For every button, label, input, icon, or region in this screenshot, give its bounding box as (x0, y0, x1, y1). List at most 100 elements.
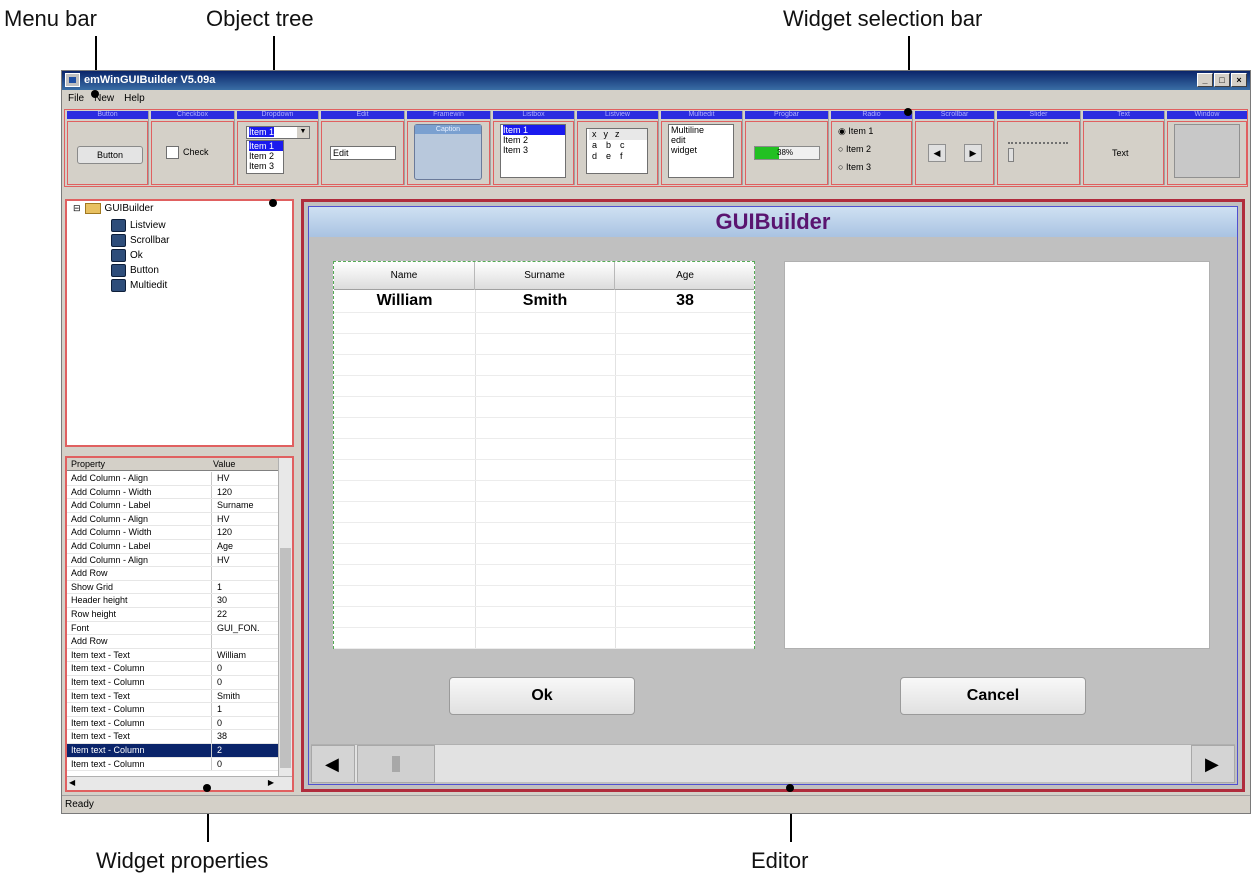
listview-cell-age[interactable]: 38 (615, 291, 755, 311)
property-value[interactable]: Smith (217, 690, 275, 704)
callout-object-tree: Object tree (206, 6, 314, 31)
property-value[interactable]: 0 (217, 662, 275, 676)
slider-track (1008, 142, 1068, 144)
widget-preview: Check (151, 121, 234, 185)
property-row[interactable]: Add Column - Align HV (67, 512, 278, 527)
property-value[interactable]: Surname (217, 499, 275, 513)
widget-multiedit[interactable]: Multiedit Multiline edit widget (661, 111, 743, 185)
property-row[interactable]: Item text - Column 0 (67, 716, 278, 731)
property-row[interactable]: Add Row (67, 635, 278, 649)
property-row[interactable]: Item text - Column 1 (67, 703, 278, 717)
menu-file[interactable]: File (68, 91, 84, 107)
ok-button[interactable]: Ok (449, 677, 635, 715)
property-row[interactable]: Add Column - Align HV (67, 553, 278, 568)
tree-item-listview[interactable]: Listview (111, 219, 166, 232)
property-row[interactable]: Font GUI_FON. (67, 621, 278, 636)
property-row[interactable]: Row height 22 (67, 608, 278, 622)
widget-edit[interactable]: Edit Edit (321, 111, 405, 185)
property-row[interactable]: Add Column - Label Surname (67, 499, 278, 513)
scroll-thumb[interactable] (357, 745, 435, 783)
arrow-left-icon[interactable]: ◀ (69, 778, 75, 787)
property-value[interactable]: HV (217, 554, 275, 568)
property-row[interactable]: Item text - Text William (67, 648, 278, 663)
widget-radio[interactable]: Radio ◉ Item 1 ○ Item 2 ○ Item 3 (831, 111, 913, 185)
collapse-icon[interactable]: ⊟ (73, 203, 81, 214)
property-value[interactable]: 1 (217, 703, 275, 717)
property-row[interactable]: Add Column - Align HV (67, 472, 278, 486)
property-value[interactable]: 30 (217, 594, 275, 608)
widget-listview[interactable]: Listview x y z a b c d e f (577, 111, 659, 185)
tree-item-multiedit[interactable]: Multiedit (111, 279, 167, 292)
properties-vscrollbar[interactable] (278, 458, 292, 776)
tree-root[interactable]: ⊟ GUIBuilder (73, 203, 153, 214)
tree-item-scrollbar[interactable]: Scrollbar (111, 234, 169, 247)
property-value[interactable]: HV (217, 513, 275, 527)
listview-cell-name[interactable]: William (334, 291, 475, 311)
property-value[interactable]: 2 (217, 744, 275, 758)
property-value[interactable]: Age (217, 540, 275, 554)
property-row[interactable]: Item text - Column 0 (67, 662, 278, 676)
property-row[interactable]: Item text - Column 2 (67, 744, 278, 758)
property-value[interactable]: William (217, 649, 275, 663)
widget-window[interactable]: Window (1167, 111, 1247, 185)
widget-icon (111, 279, 126, 292)
property-row[interactable]: Show Grid 1 (67, 580, 278, 595)
property-value[interactable]: 38 (217, 730, 275, 744)
listview-cell-surname[interactable]: Smith (475, 291, 615, 311)
widget-text[interactable]: Text Text (1083, 111, 1165, 185)
tree-item-ok[interactable]: Ok (111, 249, 143, 262)
sample-checkbox-label: Check (183, 147, 209, 157)
scroll-left-button[interactable]: ◀ (311, 745, 355, 783)
property-row[interactable]: Item text - Column 0 (67, 757, 278, 772)
property-value[interactable]: HV (217, 472, 275, 486)
listview-header-name[interactable]: Name (334, 262, 475, 290)
property-row[interactable]: Item text - Text 38 (67, 730, 278, 744)
property-value[interactable]: 120 (217, 486, 275, 500)
widget-progbar[interactable]: Progbar 38% (745, 111, 829, 185)
tree-item-button[interactable]: Button (111, 264, 159, 277)
listview-header-age[interactable]: Age (615, 262, 755, 290)
property-row[interactable]: Item text - Column 0 (67, 676, 278, 690)
properties-hscrollbar[interactable]: ◀ ▶ (67, 776, 292, 790)
arrow-right-icon[interactable]: ▶ (268, 778, 274, 787)
scroll-thumb[interactable] (280, 548, 291, 768)
widget-header: Dropdown (237, 111, 318, 119)
column-divider (211, 648, 212, 662)
editor-scrollbar[interactable]: ◀ ▶ (311, 744, 1235, 783)
widget-scrollbar[interactable]: Scrollbar ◀ ▶ (915, 111, 995, 185)
radio-label: Item 3 (845, 162, 871, 172)
property-row[interactable]: Add Column - Width 120 (67, 526, 278, 540)
listview[interactable]: Name Surname Age William Smith 38 (333, 261, 755, 649)
widget-checkbox[interactable]: Checkbox Check (151, 111, 235, 185)
scroll-right-button[interactable]: ▶ (1191, 745, 1235, 783)
maximize-button[interactable]: □ (1214, 73, 1230, 87)
property-value[interactable]: 0 (217, 717, 275, 731)
listview-header-surname[interactable]: Surname (475, 262, 615, 290)
property-row[interactable]: Header height 30 (67, 594, 278, 608)
widget-dropdown[interactable]: Dropdown Item 1 ▼ Item 1 Item 2 Item 3 (237, 111, 319, 185)
widget-button[interactable]: Button Button (67, 111, 149, 185)
property-row[interactable]: Add Row (67, 567, 278, 581)
widget-listbox[interactable]: Listbox Item 1 Item 2 Item 3 (493, 111, 575, 185)
cancel-button[interactable]: Cancel (900, 677, 1086, 715)
grid-line (334, 312, 754, 313)
window-title: emWinGUIBuilder V5.09a (84, 74, 216, 86)
property-row[interactable]: Add Column - Label Age (67, 540, 278, 554)
dialog-title[interactable]: GUIBuilder (309, 207, 1237, 237)
property-value[interactable]: 0 (217, 676, 275, 690)
widget-preview: Button (67, 121, 148, 185)
minimize-button[interactable]: _ (1197, 73, 1213, 87)
property-value[interactable]: 120 (217, 526, 275, 540)
menu-help[interactable]: Help (124, 91, 145, 107)
property-row[interactable]: Item text - Text Smith (67, 689, 278, 704)
property-value[interactable]: 1 (217, 581, 275, 595)
title-bar[interactable]: emWinGUIBuilder V5.09a _ □ × (62, 71, 1250, 90)
property-value[interactable]: 0 (217, 758, 275, 772)
property-row[interactable]: Add Column - Width 120 (67, 485, 278, 500)
widget-framewin[interactable]: Framewin Caption (407, 111, 491, 185)
property-value[interactable]: 22 (217, 608, 275, 622)
multiedit[interactable] (784, 261, 1210, 649)
widget-slider[interactable]: Slider (997, 111, 1081, 185)
property-value[interactable]: GUI_FON. (217, 622, 275, 636)
close-button[interactable]: × (1231, 73, 1247, 87)
